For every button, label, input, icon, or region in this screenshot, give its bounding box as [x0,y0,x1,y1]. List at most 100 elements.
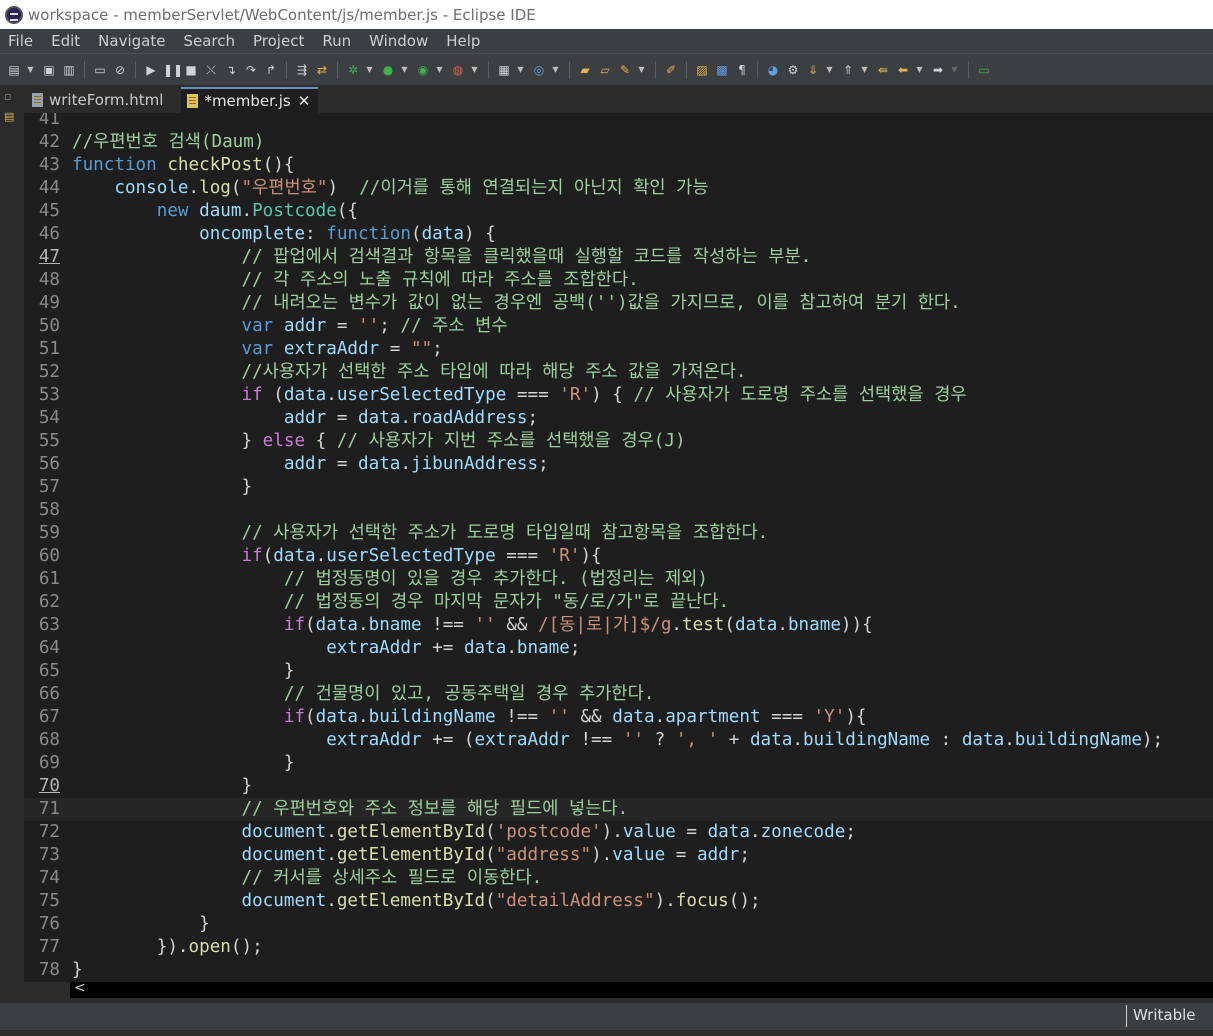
code-line[interactable]: 75 document.getElementById("detailAddres… [24,890,1213,913]
code-line[interactable]: 71 // 우편번호와 주소 정보를 해당 필드에 넣는다. [24,798,1213,821]
last-edit-location-icon[interactable]: ⇚ [875,62,891,78]
new-icon[interactable]: ▤ [6,62,22,78]
menu-edit[interactable]: Edit [43,32,90,50]
code-line[interactable]: 65 } [24,660,1213,683]
code-line[interactable]: 73 document.getElementById("address").va… [24,844,1213,867]
code-line[interactable]: 47 // 팝업에서 검색결과 항목을 클릭했을때 실행할 코드를 작성하는 부… [24,246,1213,269]
coverage-dropdown-icon[interactable]: ▼ [435,62,444,78]
new-class-icon[interactable]: ◎ [531,62,547,78]
toggle-block-selection-icon[interactable]: ▨ [694,62,710,78]
code-line[interactable]: 49 // 내려오는 변수가 값이 없는 경우엔 공백('')값을 가지므로, … [24,292,1213,315]
run-dropdown-icon[interactable]: ▼ [400,62,409,78]
terminal-icon[interactable]: ▭ [92,62,108,78]
code-line[interactable]: 74 // 커서를 상세주소 필드로 이동한다. [24,867,1213,890]
code-line[interactable]: 63 if(data.bname !== '' && /[동|로|가]$/g.t… [24,614,1213,637]
code-line[interactable]: 53 if (data.userSelectedType === 'R') { … [24,384,1213,407]
code-line[interactable]: 45 new daum.Postcode({ [24,200,1213,223]
search-icon[interactable]: ✎ [617,62,633,78]
editor-tab[interactable]: writeForm.html [26,87,171,113]
show-whitespace-icon[interactable]: ▩ [714,62,730,78]
open-type-icon[interactable]: ▰ [577,62,593,78]
step-into-icon[interactable]: ↴ [223,62,239,78]
next-annotation-icon[interactable]: ⇓ [805,62,821,78]
restore-icon[interactable]: ▫ [4,91,18,103]
code-line[interactable]: 43 function checkPost(){ [24,154,1213,177]
code-line[interactable]: 54 addr = data.roadAddress; [24,407,1213,430]
new-server-dropdown-icon[interactable]: ▼ [516,62,525,78]
code-line[interactable]: 64 extraAddr += data.bname; [24,637,1213,660]
code-line[interactable]: 78} [24,959,1213,982]
open-perspective-button-icon[interactable]: ▭ [976,62,992,78]
coverage-icon[interactable]: ◉ [415,62,431,78]
save-icon[interactable]: ▣ [41,62,57,78]
code-line[interactable]: 66 // 건물명이 있고, 공동주택일 경우 추가한다. [24,683,1213,706]
open-task-icon[interactable]: ▱ [597,62,613,78]
code-editor[interactable]: 41 42//우편번호 검색(Daum) 43 function checkPost(… [24,113,1213,982]
previous-annotation-icon[interactable]: ⇑ [840,62,856,78]
code-line[interactable]: 57 } [24,476,1213,499]
menu-window[interactable]: Window [361,32,438,50]
back-icon[interactable]: ⬅ [895,62,911,78]
code-line[interactable]: 55 } else { // 사용자가 지번 주소를 선택했을 경우(J) [24,430,1213,453]
resume-icon[interactable]: ▶ [143,62,159,78]
code-line[interactable]: 50 var addr = ''; // 주소 변수 [24,315,1213,338]
code-line[interactable]: 59 // 사용자가 선택한 주소가 도로명 타입일때 참고항목을 조합한다. [24,522,1213,545]
new-class-dropdown-icon[interactable]: ▼ [551,62,560,78]
package-explorer-icon[interactable]: ▤ [4,111,18,123]
code-line[interactable]: 52 //사용자가 선택한 주소 타입에 따라 해당 주소 값을 가져온다. [24,361,1213,384]
new-dropdown-icon[interactable]: ▼ [26,62,35,78]
new-server-icon[interactable]: ▦ [496,62,512,78]
forward-dropdown-icon[interactable]: ▼ [950,62,959,78]
code-line[interactable]: 44 console.log("우편번호") //이거를 통해 연결되는지 아닌… [24,177,1213,200]
code-line[interactable]: 42 //우편번호 검색(Daum) [24,131,1213,154]
open-perspective-icon[interactable]: ⚙ [785,62,801,78]
menu-file[interactable]: File [0,32,43,50]
external-tools-dropdown-icon[interactable]: ▼ [470,62,479,78]
editor-tab[interactable]: *member.js ✕ [181,87,319,113]
previous-annotation-dropdown-icon[interactable]: ▼ [860,62,869,78]
menu-search[interactable]: Search [175,32,245,50]
run-icon[interactable]: ● [380,62,396,78]
code-line[interactable]: 48 // 각 주소의 노출 규칙에 따라 주소를 조합한다. [24,269,1213,292]
horizontal-scrollbar[interactable]: < [70,980,1213,998]
code-line[interactable]: 58 [24,499,1213,522]
close-icon[interactable]: ✕ [298,92,311,110]
debug-icon[interactable]: ✲ [345,62,361,78]
menu-run[interactable]: Run [314,32,361,50]
suspend-icon[interactable]: ❚❚ [163,62,183,78]
back-dropdown-icon[interactable]: ▼ [915,62,924,78]
step-over-icon[interactable]: ↷ [243,62,259,78]
code-line[interactable]: 77 }).open(); [24,936,1213,959]
code-line[interactable]: 61 // 법정동명이 있을 경우 추가한다. (법정리는 제외) [24,568,1213,591]
code-line[interactable]: 60 if(data.userSelectedType === 'R'){ [24,545,1213,568]
menu-help[interactable]: Help [438,32,490,50]
external-tools-icon[interactable]: ◍ [450,62,466,78]
forward-icon[interactable]: ➡ [930,62,946,78]
toggle-mark-occurrences-icon[interactable]: ✐ [663,62,679,78]
code-line[interactable]: 69 } [24,752,1213,775]
code-line[interactable]: 67 if(data.buildingName !== '' && data.a… [24,706,1213,729]
code-line[interactable]: 51 var extraAddr = ""; [24,338,1213,361]
next-annotation-dropdown-icon[interactable]: ▼ [825,62,834,78]
globe-icon[interactable]: ◕ [765,62,781,78]
chevron-left-icon[interactable]: < [74,980,86,996]
code-line[interactable]: 76 } [24,913,1213,936]
step-return-icon[interactable]: ↱ [263,62,279,78]
terminate-icon[interactable]: ■ [183,62,199,78]
paragraph-icon[interactable]: ¶ [734,62,750,78]
use-step-filters-icon[interactable]: ⇶ [294,62,310,78]
disconnect-icon[interactable]: ⤬ [203,62,219,78]
drop-to-frame-icon[interactable]: ⇄ [314,62,330,78]
code-line[interactable]: 41 [24,113,1213,131]
code-line[interactable]: 46 oncomplete: function(data) { [24,223,1213,246]
code-line[interactable]: 70 } [24,775,1213,798]
menu-navigate[interactable]: Navigate [90,32,175,50]
debug-dropdown-icon[interactable]: ▼ [365,62,374,78]
code-line[interactable]: 68 extraAddr += (extraAddr !== '' ? ', '… [24,729,1213,752]
search-dropdown-icon[interactable]: ▼ [637,62,646,78]
code-line[interactable]: 62 // 법정동의 경우 마지막 문자가 "동/로/가"로 끝난다. [24,591,1213,614]
code-line[interactable]: 72 document.getElementById('postcode').v… [24,821,1213,844]
save-all-icon[interactable]: ▥ [61,62,77,78]
menu-project[interactable]: Project [245,32,314,50]
code-line[interactable]: 56 addr = data.jibunAddress; [24,453,1213,476]
